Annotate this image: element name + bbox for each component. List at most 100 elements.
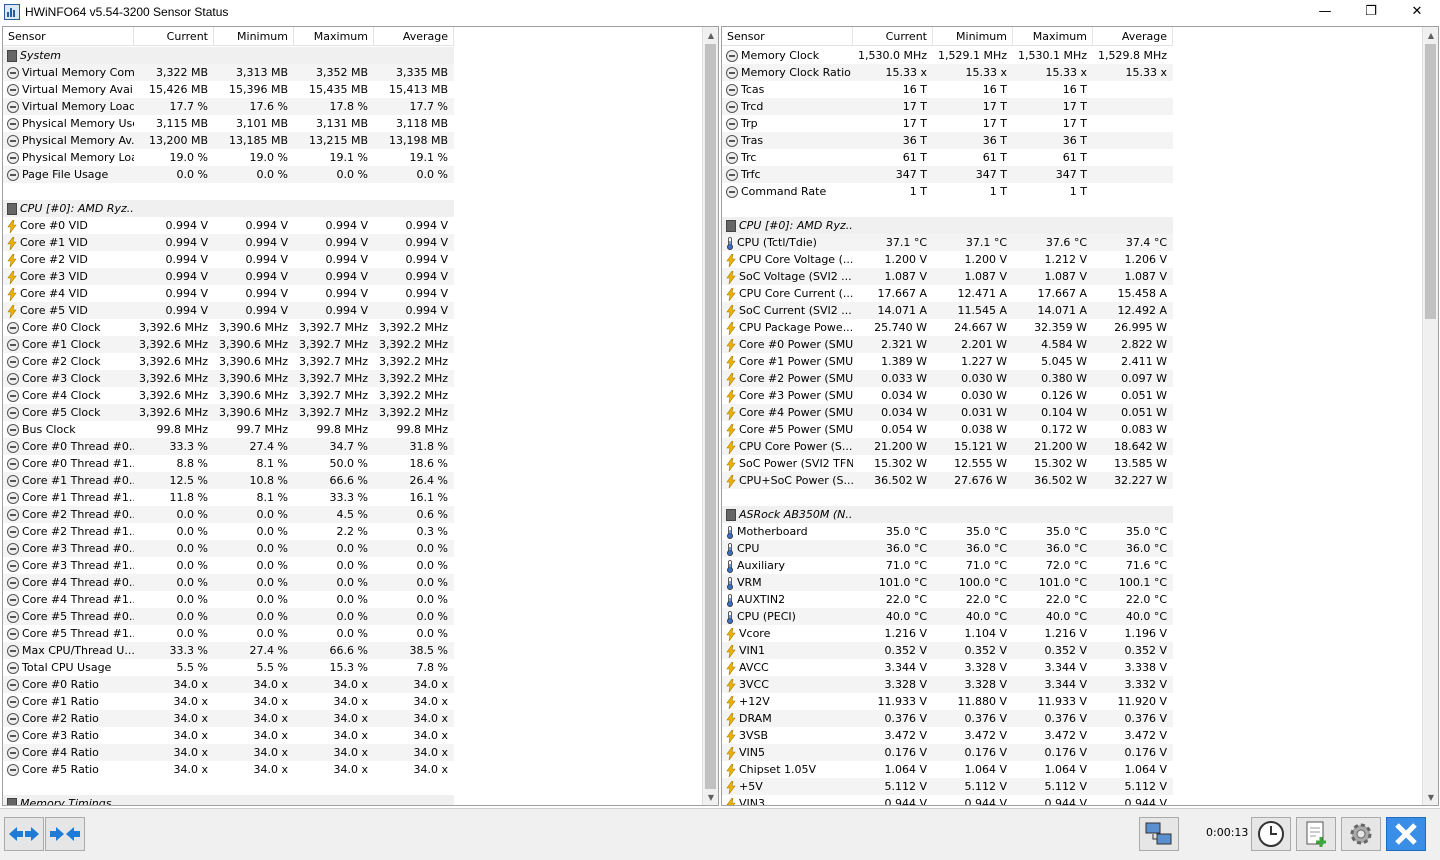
sensor-row[interactable]: Core #3 Power (SMU) 0.034 W 0.030 W 0.126 W…: [722, 387, 1173, 404]
sensor-row[interactable]: Core #5 Thread #1... 0.0 % 0.0 % 0.0 % 0.0 %: [3, 625, 454, 642]
scroll-down-icon[interactable]: ▼: [1423, 789, 1438, 805]
sensor-row[interactable]: Core #0 Thread #1... 8.8 % 8.1 % 50.0 % 18.6…: [3, 455, 454, 472]
column-header-average[interactable]: Average: [1093, 27, 1173, 46]
sensor-row[interactable]: Memory Clock 1,530.0 MHz 1,529.1 MHz 1,530.…: [722, 47, 1173, 64]
sensor-row[interactable]: Core #4 Thread #1... 0.0 % 0.0 % 0.0 % 0.0 %: [3, 591, 454, 608]
sensor-row[interactable]: DRAM 0.376 V 0.376 V 0.376 V 0.376 V: [722, 710, 1173, 727]
column-header-maximum[interactable]: Maximum: [1013, 27, 1093, 46]
column-header-current[interactable]: Current: [134, 27, 214, 46]
clock-icon[interactable]: [1251, 817, 1291, 851]
sensor-row[interactable]: Tras 36 T 36 T 36 T: [722, 132, 1173, 149]
sensor-row[interactable]: Physical Memory Load 19.0 % 19.0 % 19.1 % 19…: [3, 149, 454, 166]
column-header-sensor[interactable]: Sensor: [722, 27, 853, 46]
close-x-icon[interactable]: [1386, 817, 1426, 851]
sensor-row[interactable]: CPU Package Powe... 25.740 W 24.667 W 32.35…: [722, 319, 1173, 336]
sensor-row[interactable]: Core #5 VID 0.994 V 0.994 V 0.994 V 0.994 V: [3, 302, 454, 319]
sensor-row[interactable]: Core #4 Power (SMU) 0.034 W 0.031 W 0.104 W…: [722, 404, 1173, 421]
sensor-row[interactable]: Bus Clock 99.8 MHz 99.7 MHz 99.8 MHz 99.8 MH…: [3, 421, 454, 438]
sensor-row[interactable]: Core #1 Clock 3,392.6 MHz 3,390.6 MHz 3,392…: [3, 336, 454, 353]
sensor-row[interactable]: VIN5 0.176 V 0.176 V 0.176 V 0.176 V: [722, 744, 1173, 761]
sensor-group-row[interactable]: Memory Timings: [3, 795, 454, 805]
settings-gear-icon[interactable]: [1341, 817, 1381, 851]
sensor-row[interactable]: Trc 61 T 61 T 61 T: [722, 149, 1173, 166]
sensor-row[interactable]: Core #3 Ratio 34.0 x 34.0 x 34.0 x 34.0 x: [3, 727, 454, 744]
sensor-row[interactable]: Virtual Memory Load 17.7 % 17.6 % 17.8 % 17.…: [3, 98, 454, 115]
sensor-row[interactable]: Vcore 1.216 V 1.104 V 1.216 V 1.196 V: [722, 625, 1173, 642]
sensor-row[interactable]: AVCC 3.344 V 3.328 V 3.344 V 3.338 V: [722, 659, 1173, 676]
sensor-row[interactable]: Core #3 Clock 3,392.6 MHz 3,390.6 MHz 3,392…: [3, 370, 454, 387]
sensor-row[interactable]: +12V 11.933 V 11.880 V 11.933 V 11.920 V: [722, 693, 1173, 710]
network-icon[interactable]: [1139, 817, 1179, 851]
sensor-row[interactable]: Core #0 Power (SMU) 2.321 W 2.201 W 4.584 W…: [722, 336, 1173, 353]
sensor-row[interactable]: Command Rate 1 T 1 T 1 T: [722, 183, 1173, 200]
minimize-button[interactable]: —: [1302, 0, 1348, 23]
sensor-group-row[interactable]: CPU [#0]: AMD Ryz...: [3, 200, 454, 217]
sensor-row[interactable]: Trfc 347 T 347 T 347 T: [722, 166, 1173, 183]
column-header-minimum[interactable]: Minimum: [214, 27, 294, 46]
sensor-row[interactable]: Core #0 VID 0.994 V 0.994 V 0.994 V 0.994 V: [3, 217, 454, 234]
sensor-row[interactable]: Core #4 VID 0.994 V 0.994 V 0.994 V 0.994 V: [3, 285, 454, 302]
sensor-group-row[interactable]: System: [3, 47, 454, 64]
sensor-row[interactable]: 3VSB 3.472 V 3.472 V 3.472 V 3.472 V: [722, 727, 1173, 744]
sensor-row[interactable]: Max CPU/Thread U... 33.3 % 27.4 % 66.6 % 38.…: [3, 642, 454, 659]
sensor-row[interactable]: Core #3 VID 0.994 V 0.994 V 0.994 V 0.994 V: [3, 268, 454, 285]
scroll-down-icon[interactable]: ▼: [703, 789, 718, 805]
sensor-row[interactable]: Core #2 VID 0.994 V 0.994 V 0.994 V 0.994 V: [3, 251, 454, 268]
sensor-row[interactable]: Core #2 Power (SMU) 0.033 W 0.030 W 0.380 W…: [722, 370, 1173, 387]
sensor-row[interactable]: Core #2 Thread #0... 0.0 % 0.0 % 4.5 % 0.6 %: [3, 506, 454, 523]
sensor-row[interactable]: +5V 5.112 V 5.112 V 5.112 V 5.112 V: [722, 778, 1173, 795]
column-header-sensor[interactable]: Sensor: [3, 27, 134, 46]
sensor-row[interactable]: Core #5 Ratio 34.0 x 34.0 x 34.0 x 34.0 x: [3, 761, 454, 778]
sensor-row[interactable]: Virtual Memory Avai... 15,426 MB 15,396 MB…: [3, 81, 454, 98]
sensor-row[interactable]: Memory Clock Ratio 15.33 x 15.33 x 15.33 x1…: [722, 64, 1173, 81]
sensor-row[interactable]: CPU Core Power (S... 21.200 W 15.121 W 21.2…: [722, 438, 1173, 455]
column-header-minimum[interactable]: Minimum: [933, 27, 1013, 46]
sensor-row[interactable]: Core #3 Thread #0... 0.0 % 0.0 % 0.0 % 0.0 %: [3, 540, 454, 557]
scroll-thumb[interactable]: [1425, 44, 1436, 319]
sensor-row[interactable]: AUXTIN2 22.0 °C 22.0 °C 22.0 °C 22.0 °C: [722, 591, 1173, 608]
sensor-row[interactable]: Tcas 16 T 16 T 16 T: [722, 81, 1173, 98]
sensor-row[interactable]: VIN3 0.944 V 0.944 V 0.944 V 0.944 V: [722, 795, 1173, 805]
sensor-row[interactable]: Core #0 Ratio 34.0 x 34.0 x 34.0 x 34.0 x: [3, 676, 454, 693]
nav-back-icon[interactable]: [4, 817, 44, 851]
sensor-group-row[interactable]: ASRock AB350M (N...: [722, 506, 1173, 523]
sensor-row[interactable]: VRM 101.0 °C 100.0 °C 101.0 °C 100.1 °C: [722, 574, 1173, 591]
column-header-current[interactable]: Current: [853, 27, 933, 46]
sensor-row[interactable]: Trp 17 T 17 T 17 T: [722, 115, 1173, 132]
sensor-row[interactable]: Core #5 Power (SMU) 0.054 W 0.038 W 0.172 W…: [722, 421, 1173, 438]
sensor-row[interactable]: Total CPU Usage 5.5 % 5.5 % 15.3 % 7.8 %: [3, 659, 454, 676]
sensor-row[interactable]: Core #4 Thread #0... 0.0 % 0.0 % 0.0 % 0.0 %: [3, 574, 454, 591]
right-scrollbar[interactable]: ▲ ▼: [1422, 27, 1438, 805]
sensor-row[interactable]: Page File Usage 0.0 % 0.0 % 0.0 % 0.0 %: [3, 166, 454, 183]
sensor-row[interactable]: SoC Power (SVI2 TFN) 15.302 W 12.555 W 15.3…: [722, 455, 1173, 472]
sensor-row[interactable]: Core #0 Clock 3,392.6 MHz 3,390.6 MHz 3,392…: [3, 319, 454, 336]
nav-expand-icon[interactable]: [45, 817, 85, 851]
sensor-row[interactable]: Physical Memory Used 3,115 MB 3,101 MB 3,13…: [3, 115, 454, 132]
sensor-row[interactable]: Core #2 Thread #1... 0.0 % 0.0 % 2.2 % 0.3 %: [3, 523, 454, 540]
sensor-row[interactable]: CPU Core Voltage (... 1.200 V 1.200 V 1.212…: [722, 251, 1173, 268]
sensor-row[interactable]: Core #5 Clock 3,392.6 MHz 3,390.6 MHz 3,392…: [3, 404, 454, 421]
scroll-thumb[interactable]: [705, 44, 716, 789]
add-report-icon[interactable]: [1296, 817, 1336, 851]
sensor-group-row[interactable]: CPU [#0]: AMD Ryz...: [722, 217, 1173, 234]
sensor-row[interactable]: Core #1 VID 0.994 V 0.994 V 0.994 V 0.994 V: [3, 234, 454, 251]
sensor-row[interactable]: Core #3 Thread #1... 0.0 % 0.0 % 0.0 % 0.0 %: [3, 557, 454, 574]
sensor-row[interactable]: Chipset 1.05V 1.064 V 1.064 V 1.064 V 1.064 …: [722, 761, 1173, 778]
sensor-row[interactable]: CPU (PECI) 40.0 °C 40.0 °C 40.0 °C 40.0 °C: [722, 608, 1173, 625]
sensor-row[interactable]: CPU+SoC Power (S... 36.502 W 27.676 W 36.50…: [722, 472, 1173, 489]
sensor-row[interactable]: Core #4 Clock 3,392.6 MHz 3,390.6 MHz 3,392…: [3, 387, 454, 404]
sensor-row[interactable]: SoC Current (SVI2 ... 14.071 A 11.545 A 14.…: [722, 302, 1173, 319]
column-header-maximum[interactable]: Maximum: [294, 27, 374, 46]
sensor-row[interactable]: Core #1 Thread #1... 11.8 % 8.1 % 33.3 % 16.…: [3, 489, 454, 506]
sensor-row[interactable]: Core #5 Thread #0... 0.0 % 0.0 % 0.0 % 0.0 %: [3, 608, 454, 625]
sensor-row[interactable]: Physical Memory Av... 13,200 MB 13,185 MB 1…: [3, 132, 454, 149]
sensor-row[interactable]: CPU (Tctl/Tdie) 37.1 °C 37.1 °C 37.6 °C 37.4…: [722, 234, 1173, 251]
restore-button[interactable]: ❐: [1348, 0, 1394, 23]
sensor-row[interactable]: 3VCC 3.328 V 3.328 V 3.344 V 3.332 V: [722, 676, 1173, 693]
sensor-row[interactable]: Core #2 Clock 3,392.6 MHz 3,390.6 MHz 3,392…: [3, 353, 454, 370]
scroll-up-icon[interactable]: ▲: [1423, 27, 1438, 43]
close-button[interactable]: ✕: [1394, 0, 1440, 23]
sensor-row[interactable]: Core #1 Thread #0... 12.5 % 10.8 % 66.6 % 26…: [3, 472, 454, 489]
scroll-up-icon[interactable]: ▲: [703, 27, 718, 43]
sensor-row[interactable]: Trcd 17 T 17 T 17 T: [722, 98, 1173, 115]
